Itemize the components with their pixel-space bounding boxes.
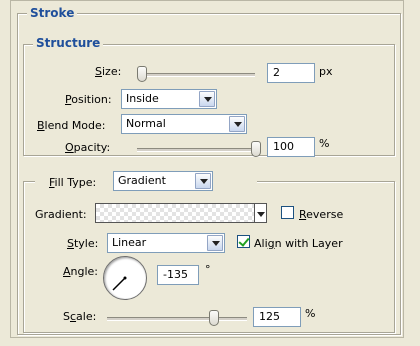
align-with-layer-label: Align with Layer bbox=[254, 237, 343, 250]
style-select[interactable]: Linear bbox=[107, 233, 225, 253]
angle-dial[interactable] bbox=[103, 256, 147, 300]
size-unit: px bbox=[319, 65, 333, 78]
opacity-input[interactable]: 100 bbox=[267, 137, 315, 157]
angle-dial-needle bbox=[112, 276, 127, 291]
scale-label: Scale: bbox=[63, 310, 97, 323]
angle-unit: ° bbox=[205, 263, 211, 276]
size-input[interactable]: 2 bbox=[267, 63, 315, 83]
fill-type-select-value: Gradient bbox=[118, 174, 166, 187]
opacity-label: Opacity: bbox=[65, 141, 111, 154]
chevron-down-icon[interactable] bbox=[199, 91, 215, 107]
size-slider-track[interactable] bbox=[137, 73, 255, 77]
chevron-down-icon bbox=[257, 212, 265, 217]
style-label: Style: bbox=[67, 237, 99, 250]
blend-mode-select[interactable]: Normal bbox=[121, 114, 247, 134]
reverse-label: Reverse bbox=[299, 208, 344, 221]
scale-slider-track[interactable] bbox=[107, 317, 247, 321]
position-label: Position: bbox=[65, 93, 112, 106]
align-with-layer-checkbox[interactable] bbox=[237, 235, 250, 248]
blend-mode-select-value: Normal bbox=[126, 117, 166, 130]
angle-input[interactable]: -135 bbox=[157, 265, 199, 285]
fill-type-label: Fill Type: bbox=[49, 176, 97, 189]
opacity-slider-track[interactable] bbox=[137, 148, 255, 152]
chevron-down-icon[interactable] bbox=[229, 116, 245, 132]
position-select[interactable]: Inside bbox=[121, 89, 217, 109]
chevron-down-icon[interactable] bbox=[207, 235, 223, 251]
angle-label: Angle: bbox=[63, 265, 99, 278]
reverse-checkbox[interactable] bbox=[281, 206, 294, 219]
gradient-label: Gradient: bbox=[35, 208, 87, 221]
size-label: Size: bbox=[95, 65, 122, 78]
stroke-panel: Stroke Structure Size: 2 px Position: In… bbox=[10, 0, 404, 338]
size-slider-thumb[interactable] bbox=[137, 66, 147, 82]
stroke-title: Stroke bbox=[27, 6, 78, 20]
position-select-value: Inside bbox=[126, 92, 159, 105]
fill-type-select[interactable]: Gradient bbox=[113, 171, 213, 191]
scale-input[interactable]: 125 bbox=[253, 307, 301, 327]
blend-mode-label: Blend Mode: bbox=[37, 119, 106, 132]
scale-unit: % bbox=[305, 307, 316, 320]
opacity-unit: % bbox=[319, 137, 330, 150]
scale-slider-thumb[interactable] bbox=[209, 310, 219, 326]
style-select-value: Linear bbox=[112, 236, 147, 249]
gradient-picker-button[interactable] bbox=[255, 203, 267, 223]
opacity-slider-thumb[interactable] bbox=[251, 141, 261, 157]
structure-title: Structure bbox=[33, 36, 104, 50]
chevron-down-icon[interactable] bbox=[195, 173, 211, 189]
gradient-swatch[interactable] bbox=[95, 203, 255, 223]
